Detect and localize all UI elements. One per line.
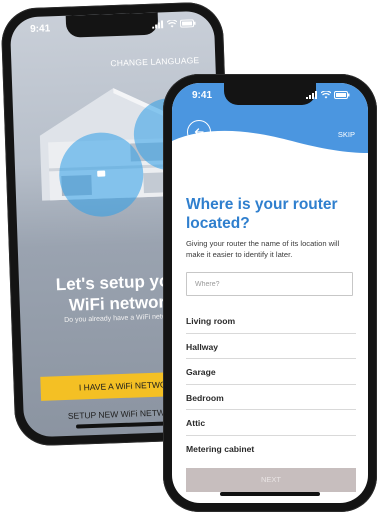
signal-icon bbox=[306, 91, 317, 99]
wifi-icon bbox=[321, 91, 331, 99]
wifi-icon bbox=[166, 19, 178, 28]
change-language-link[interactable]: CHANGE LANGUAGE bbox=[110, 55, 199, 68]
back-button[interactable] bbox=[187, 120, 211, 144]
location-item-living-room[interactable]: Living room bbox=[186, 308, 356, 334]
battery-icon bbox=[334, 91, 350, 99]
location-item-metering-cabinet[interactable]: Metering cabinet bbox=[186, 436, 356, 461]
page-title: Where is your router located? bbox=[186, 196, 338, 232]
status-time: 9:41 bbox=[29, 23, 51, 35]
page-description: Giving your router the name of its locat… bbox=[186, 239, 340, 259]
skip-link[interactable]: SKIP bbox=[338, 130, 355, 139]
front-phone: 9:41 SKIP Where is your router located? … bbox=[163, 74, 377, 512]
location-item-hallway[interactable]: Hallway bbox=[186, 334, 356, 359]
arrow-left-icon bbox=[194, 128, 204, 136]
status-bar: 9:41 bbox=[172, 88, 368, 104]
location-item-bedroom[interactable]: Bedroom bbox=[186, 385, 356, 410]
next-button[interactable]: NEXT bbox=[186, 468, 356, 492]
status-time: 9:41 bbox=[192, 90, 213, 101]
location-search-input[interactable] bbox=[186, 272, 353, 296]
location-item-attic[interactable]: Attic bbox=[186, 410, 356, 436]
home-indicator bbox=[220, 492, 320, 496]
location-list: Living room Hallway Garage Bedroom Attic… bbox=[186, 308, 356, 460]
router-location-screen: 9:41 SKIP Where is your router located? … bbox=[172, 83, 368, 503]
signal-icon bbox=[152, 20, 164, 29]
home-indicator bbox=[75, 421, 177, 429]
battery-icon bbox=[179, 19, 196, 28]
location-item-garage[interactable]: Garage bbox=[186, 359, 356, 385]
